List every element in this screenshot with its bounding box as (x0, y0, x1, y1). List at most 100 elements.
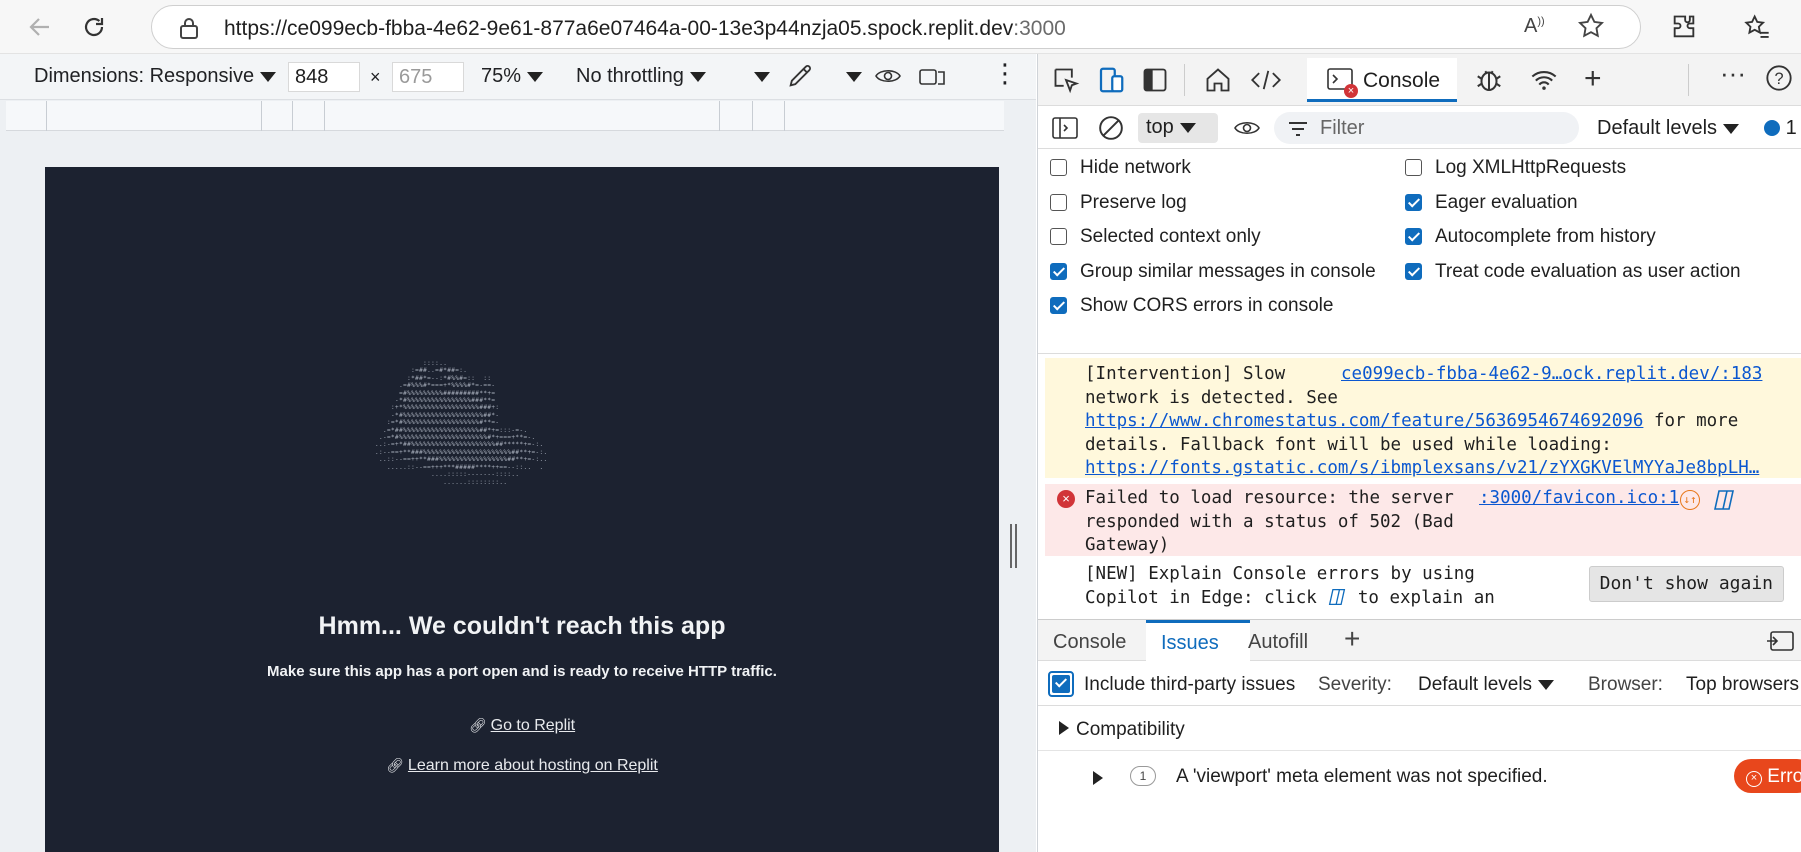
eyedropper-icon[interactable] (786, 62, 814, 96)
more-tools-icon[interactable]: ··· (1720, 58, 1746, 89)
devtools-tab-bar: × Console + ··· ? (1038, 54, 1801, 106)
copilot-icon[interactable] (1713, 489, 1735, 519)
dock-drawer-icon[interactable] (1765, 630, 1795, 658)
favorites-icon[interactable] (1743, 13, 1771, 46)
eyedropper-dropdown[interactable] (840, 65, 862, 88)
checkbox[interactable] (1405, 193, 1422, 211)
compatibility-group[interactable]: Compatibility (1038, 707, 1801, 751)
rotate-icon[interactable] (918, 64, 948, 96)
error-icon: × (1057, 490, 1075, 508)
resize-handle[interactable] (1008, 524, 1018, 568)
go-to-replit-link[interactable]: 🔗︎ Go to Replit (45, 717, 999, 735)
checkbox[interactable] (1405, 159, 1422, 176)
checkbox[interactable] (1050, 262, 1067, 280)
lock-icon[interactable] (178, 16, 200, 45)
live-expression-eye-icon[interactable] (1234, 118, 1260, 144)
drawer-tab-issues[interactable]: Issues (1146, 620, 1250, 661)
issues-counter[interactable]: 1 (1764, 117, 1797, 140)
sidebar-toggle-icon[interactable] (1052, 116, 1078, 146)
checkbox[interactable] (1405, 262, 1422, 280)
cloud-ascii-art: ::::.. :=##..=#*##=:. :*##*=--:*#%%#=:: … (375, 360, 665, 510)
chevron-down-icon (754, 71, 770, 82)
checkbox[interactable] (1050, 159, 1067, 176)
ruler-tick (752, 101, 753, 131)
url-text[interactable]: https://ce099ecb-fbba-4e62-9e61-877a6e07… (224, 17, 1066, 41)
setting-label: Log XMLHttpRequests (1435, 157, 1627, 178)
issue-row[interactable]: 1 A 'viewport' meta element was not spec… (1038, 754, 1801, 804)
setting-label: Preserve log (1080, 191, 1187, 213)
read-aloud-icon[interactable]: A)) (1524, 15, 1545, 38)
chevron-down-icon (1723, 123, 1740, 134)
height-input[interactable]: 675 (392, 62, 464, 92)
ruler-tick (292, 101, 293, 131)
learn-more-hosting-link[interactable]: 🔗︎ Learn more about hosting on Replit (45, 757, 999, 775)
back-icon[interactable] (22, 9, 58, 45)
severity-select[interactable]: Default levels (1418, 674, 1555, 696)
checkbox[interactable] (1405, 228, 1422, 245)
log-levels-select[interactable]: Default levels (1597, 117, 1740, 140)
extensions-icon[interactable] (1670, 13, 1698, 46)
address-bar[interactable]: https://ce099ecb-fbba-4e62-9e61-877a6e07… (151, 5, 1641, 49)
warning-text: [Intervention] Slow (1085, 364, 1286, 384)
debug-bug-icon[interactable] (1474, 65, 1504, 102)
link-label: Go to Replit (490, 717, 576, 734)
vision-deficiency-icon[interactable] (874, 64, 902, 94)
setting-label: Hide network (1080, 157, 1191, 178)
clear-console-icon[interactable] (1098, 115, 1124, 147)
checkbox[interactable] (1050, 193, 1067, 211)
add-drawer-tab-icon[interactable]: + (1344, 623, 1360, 655)
more-options-dropdown[interactable] (748, 65, 770, 88)
home-icon[interactable] (1204, 66, 1232, 101)
width-input[interactable]: 848 (288, 62, 360, 92)
setting-label: Group similar messages in console (1080, 260, 1376, 282)
issues-toolbar: Include third-party issues Severity: Def… (1038, 662, 1801, 706)
filter-input[interactable]: Filter (1274, 112, 1579, 144)
badge-label: Error (1767, 766, 1801, 787)
link-icon: 🔗︎ (468, 717, 487, 733)
media-query-ruler[interactable] (6, 101, 1004, 131)
help-icon[interactable]: ? (1765, 64, 1793, 99)
error-source-link[interactable]: :3000/favicon.ico:1 (1479, 487, 1679, 511)
dont-show-again-button[interactable]: Don't show again (1588, 566, 1784, 602)
add-tab-icon[interactable]: + (1584, 62, 1602, 96)
warning-line: [Intervention] Slow ce099ecb-fbba-4e62-9…… (1085, 363, 1801, 387)
warning-source-link[interactable]: ce099ecb-fbba-4e62-9…ock.replit.dev/:183 (1341, 363, 1762, 387)
issue-count-badge: 1 (1130, 766, 1156, 786)
console-messages: [Intervention] Slow ce099ecb-fbba-4e62-9…… (1038, 355, 1801, 619)
include-third-party-checkbox[interactable] (1048, 671, 1074, 697)
checkbox[interactable] (1050, 297, 1067, 314)
dock-side-icon[interactable] (1141, 66, 1169, 101)
chromestatus-link[interactable]: https://www.chromestatus.com/feature/563… (1085, 411, 1643, 431)
drawer-tab-console[interactable]: Console (1053, 631, 1126, 654)
dimensions-select[interactable]: Dimensions: Responsive (34, 65, 277, 88)
filter-placeholder: Filter (1320, 117, 1365, 139)
browser-toolbar: https://ce099ecb-fbba-4e62-9e61-877a6e07… (0, 0, 1801, 54)
link-label: Learn more about hosting on Replit (407, 757, 658, 774)
error-text: responded with a status of 502 (Bad (1085, 511, 1454, 532)
kebab-menu-icon[interactable]: ⋮ (992, 60, 1018, 86)
network-wifi-icon[interactable] (1529, 66, 1559, 101)
link-icon: 🔗︎ (386, 757, 404, 773)
tab-console[interactable]: × Console (1307, 58, 1457, 102)
checkbox[interactable] (1050, 228, 1067, 245)
font-url-link[interactable]: https://fonts.gstatic.com/s/ibmplexsans/… (1085, 458, 1759, 478)
issue-text: A 'viewport' meta element was not specif… (1176, 766, 1548, 787)
inspect-element-icon[interactable] (1052, 66, 1080, 101)
promo-text: Copilot in Edge: click (1085, 587, 1328, 608)
ruler-tick (46, 101, 47, 131)
svg-text:?: ? (1774, 70, 1783, 88)
browser-select[interactable]: Top browsers (1686, 674, 1799, 696)
zoom-select[interactable]: 75% (481, 65, 544, 88)
warning-text: details. Fallback font will be used whil… (1085, 434, 1612, 455)
network-request-icon[interactable]: ↓↑ (1680, 490, 1700, 510)
copilot-promo-message: [NEW] Explain Console errors by using Co… (1045, 559, 1801, 619)
setting-label: Autocomplete from history (1435, 226, 1656, 247)
elements-icon[interactable] (1250, 66, 1282, 101)
message-icon (1764, 120, 1780, 136)
drawer-tab-autofill[interactable]: Autofill (1248, 631, 1308, 654)
refresh-icon[interactable] (76, 9, 112, 45)
context-select[interactable]: top (1138, 113, 1218, 143)
favorite-star-icon[interactable] (1577, 12, 1605, 45)
throttling-select[interactable]: No throttling (576, 65, 706, 88)
device-emulation-icon[interactable] (1096, 65, 1126, 102)
